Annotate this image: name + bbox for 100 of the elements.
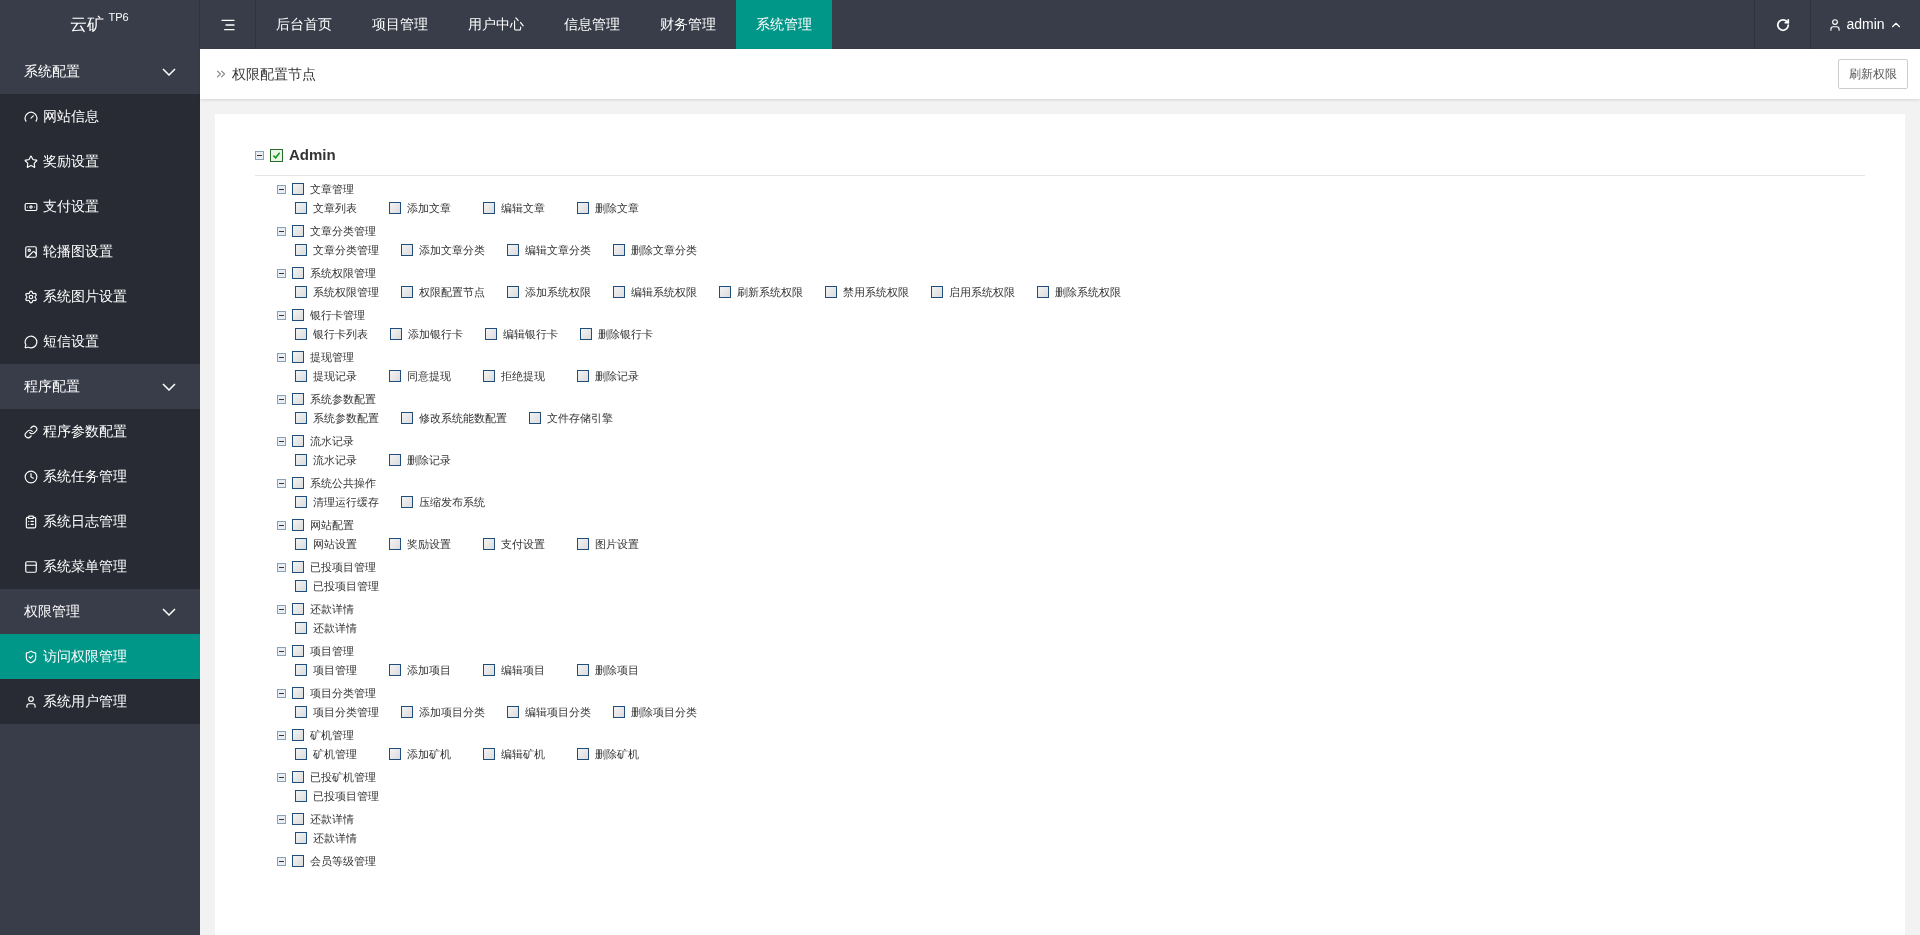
checkbox[interactable] (295, 243, 307, 256)
checkbox[interactable] (577, 537, 589, 550)
checkbox[interactable] (401, 411, 413, 424)
checkbox[interactable] (295, 831, 307, 844)
checkbox[interactable] (389, 453, 401, 466)
checkbox[interactable] (825, 285, 837, 298)
collapse-toggle-icon[interactable] (277, 646, 286, 656)
collapse-toggle-icon[interactable] (277, 562, 286, 572)
checkbox[interactable] (507, 243, 519, 256)
checkbox[interactable] (295, 453, 307, 466)
checkbox[interactable] (295, 663, 307, 676)
checkbox[interactable] (485, 327, 497, 340)
checkbox[interactable] (719, 285, 731, 298)
checkbox[interactable] (580, 327, 592, 340)
checkbox[interactable] (483, 537, 495, 550)
checkbox[interactable] (292, 561, 304, 573)
checkbox[interactable] (389, 537, 401, 550)
checkbox[interactable] (613, 705, 625, 718)
collapse-toggle-icon[interactable] (255, 150, 264, 160)
checkbox[interactable] (577, 201, 589, 214)
checkbox[interactable] (295, 579, 307, 592)
checkbox[interactable] (389, 747, 401, 760)
checkbox[interactable] (613, 285, 625, 298)
checkbox[interactable] (931, 285, 943, 298)
sidebar-item[interactable]: 支付设置 (0, 184, 200, 229)
checkbox[interactable] (401, 285, 413, 298)
checkbox[interactable] (295, 789, 307, 802)
checkbox[interactable] (389, 369, 401, 382)
checkbox[interactable] (295, 411, 307, 424)
checkbox[interactable] (401, 243, 413, 256)
checkbox[interactable] (292, 393, 304, 405)
checkbox[interactable] (401, 705, 413, 718)
checkbox[interactable] (483, 369, 495, 382)
checkbox[interactable] (613, 243, 625, 256)
collapse-toggle-icon[interactable] (277, 856, 286, 866)
checkbox[interactable] (292, 267, 304, 279)
sidebar-item[interactable]: 系统日志管理 (0, 499, 200, 544)
checkbox[interactable] (292, 771, 304, 783)
collapse-toggle-icon[interactable] (277, 268, 286, 278)
sidebar-item[interactable]: 网站信息 (0, 94, 200, 139)
collapse-toggle-icon[interactable] (277, 352, 286, 362)
checkbox[interactable] (389, 201, 401, 214)
checkbox[interactable] (1037, 285, 1049, 298)
collapse-toggle-icon[interactable] (277, 520, 286, 530)
checkbox[interactable] (577, 663, 589, 676)
collapse-toggle-icon[interactable] (277, 184, 286, 194)
collapse-toggle-icon[interactable] (277, 688, 286, 698)
checkbox[interactable] (292, 729, 304, 741)
checkbox[interactable] (292, 309, 304, 321)
checkbox[interactable] (483, 663, 495, 676)
checkbox[interactable] (529, 411, 541, 424)
sidebar-item[interactable]: 系统图片设置 (0, 274, 200, 319)
collapse-toggle-icon[interactable] (277, 310, 286, 320)
checkbox[interactable] (292, 855, 304, 867)
checkbox[interactable] (292, 351, 304, 363)
checkbox[interactable] (295, 747, 307, 760)
checkbox[interactable] (292, 687, 304, 699)
sidebar-item[interactable]: 系统菜单管理 (0, 544, 200, 589)
collapse-toggle-icon[interactable] (277, 226, 286, 236)
checkbox[interactable] (390, 327, 402, 340)
checkbox[interactable] (483, 201, 495, 214)
checkbox[interactable] (295, 495, 307, 508)
checkbox[interactable] (295, 705, 307, 718)
sidebar-item[interactable]: 系统用户管理 (0, 679, 200, 724)
sidebar-item[interactable]: 奖励设置 (0, 139, 200, 184)
sidebar-item[interactable]: 短信设置 (0, 319, 200, 364)
checkbox[interactable] (295, 621, 307, 634)
sidebar-item[interactable]: 轮播图设置 (0, 229, 200, 274)
checkbox[interactable] (577, 747, 589, 760)
nav-tab[interactable]: 后台首页 (256, 0, 352, 49)
checkbox[interactable] (292, 603, 304, 615)
checkbox[interactable] (292, 519, 304, 531)
refresh-permissions-button[interactable]: 刷新权限 (1838, 59, 1908, 89)
nav-tab[interactable]: 财务管理 (640, 0, 736, 49)
checkbox[interactable] (270, 148, 283, 162)
checkbox[interactable] (483, 747, 495, 760)
checkbox[interactable] (292, 183, 304, 195)
collapse-toggle-icon[interactable] (277, 730, 286, 740)
collapse-toggle-icon[interactable] (277, 394, 286, 404)
checkbox[interactable] (295, 369, 307, 382)
checkbox[interactable] (389, 663, 401, 676)
collapse-toggle-icon[interactable] (277, 772, 286, 782)
collapse-toggle-icon[interactable] (277, 478, 286, 488)
checkbox[interactable] (401, 495, 413, 508)
checkbox[interactable] (507, 285, 519, 298)
checkbox[interactable] (295, 537, 307, 550)
checkbox[interactable] (507, 705, 519, 718)
checkbox[interactable] (292, 225, 304, 237)
checkbox[interactable] (295, 327, 307, 340)
checkbox[interactable] (577, 369, 589, 382)
checkbox[interactable] (295, 285, 307, 298)
sidebar-item[interactable]: 系统任务管理 (0, 454, 200, 499)
checkbox[interactable] (292, 435, 304, 447)
checkbox[interactable] (292, 813, 304, 825)
sidebar-item[interactable]: 程序参数配置 (0, 409, 200, 454)
nav-tab[interactable]: 信息管理 (544, 0, 640, 49)
collapse-toggle-icon[interactable] (277, 604, 286, 614)
sidebar-item[interactable]: 访问权限管理 (0, 634, 200, 679)
checkbox[interactable] (295, 201, 307, 214)
collapse-toggle-icon[interactable] (277, 436, 286, 446)
